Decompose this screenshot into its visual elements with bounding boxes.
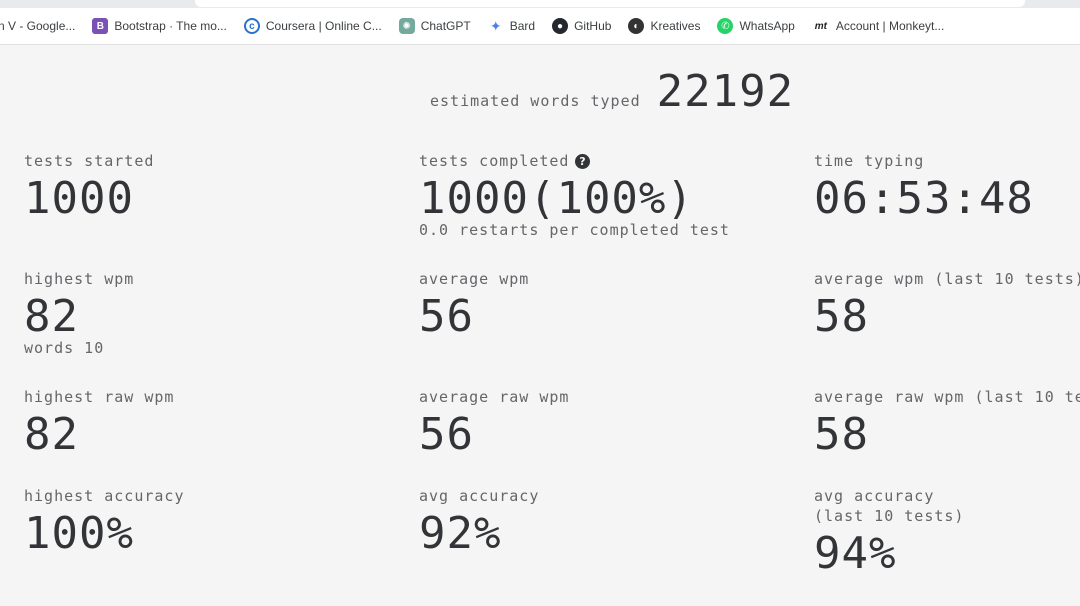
stat-title: tests completed <box>419 152 570 170</box>
address-bar[interactable] <box>195 0 1025 7</box>
stat-title: average wpm (last 10 tests) <box>814 270 1080 288</box>
stat-tests-completed: tests completed? 1000(100%) 0.0 restarts… <box>419 151 730 239</box>
stat-title: highest wpm <box>24 270 135 288</box>
bookmark-github[interactable]: ● GitHub <box>552 18 611 34</box>
stat-value: 58 <box>814 409 869 460</box>
stat-value: 56 <box>419 409 474 460</box>
stat-value: 92% <box>419 508 502 559</box>
whatsapp-icon: ✆ <box>717 18 734 34</box>
stat-title: highest accuracy <box>24 487 185 505</box>
coursera-icon: c <box>243 18 260 34</box>
stat-value: 06:53:48 <box>814 173 1034 224</box>
stat-value: 82 <box>24 291 79 342</box>
bookmark-coursera[interactable]: c Coursera | Online C... <box>243 18 382 34</box>
stat-title: avg accuracy <box>419 487 540 505</box>
stat-tests-started: tests started 1000 <box>24 151 324 227</box>
stat-highest-wpm: highest wpm 82 words 10 <box>24 269 324 357</box>
stat-title: average raw wpm (last 10 tests) <box>814 388 1080 406</box>
bookmark-label: Account | Monkeyt... <box>835 19 945 33</box>
bookmark-label: Kreatives <box>650 19 701 33</box>
bookmarks-bar: n V - Google... B Bootstrap · The mo... … <box>0 8 1080 45</box>
help-icon[interactable]: ? <box>575 154 591 169</box>
bootstrap-icon: B <box>92 18 109 34</box>
stat-title-line2: (last 10 tests) <box>814 507 965 525</box>
stat-value: 94% <box>814 528 897 579</box>
stat-time-typing: time typing 06:53:48 <box>814 151 1080 227</box>
stat-title: highest raw wpm <box>24 388 175 406</box>
estimated-words-typed: estimated words typed 22192 <box>430 66 794 117</box>
bookmark-label: Bard <box>509 19 536 33</box>
stat-average-wpm: average wpm 56 <box>419 269 719 345</box>
bookmark-label: GitHub <box>574 19 612 33</box>
bard-icon: ✦ <box>489 17 502 34</box>
monkeytype-icon: mt <box>814 20 827 32</box>
stat-title-line1: avg accuracy <box>814 487 935 505</box>
estimated-words-label: estimated words typed <box>430 92 641 110</box>
stat-title: tests started <box>24 152 155 170</box>
stat-subtext: 0.0 restarts per completed test <box>419 221 730 239</box>
browser-toolbar <box>0 0 1080 8</box>
bookmark-label: Coursera | Online C... <box>265 19 382 33</box>
stat-title: time typing <box>814 152 925 170</box>
stat-avg-accuracy: avg accuracy 92% <box>419 486 719 562</box>
bookmark-label: Bootstrap · The mo... <box>114 19 227 33</box>
stat-title: average raw wpm <box>419 388 570 406</box>
bookmark-chatgpt[interactable]: ✺ ChatGPT <box>398 18 471 34</box>
stat-value: 1000(100%) <box>419 173 694 224</box>
stat-avg-accuracy-last10: avg accuracy (last 10 tests) 94% <box>814 486 1080 582</box>
chatgpt-icon: ✺ <box>398 18 415 34</box>
stat-highest-raw-wpm: highest raw wpm 82 <box>24 387 324 463</box>
bookmark-google[interactable]: n V - Google... <box>0 19 75 33</box>
bookmark-label: n V - Google... <box>0 19 76 33</box>
bookmark-monkeytype[interactable]: mt Account | Monkeyt... <box>812 18 945 34</box>
kreatives-icon: ◐ <box>628 18 645 34</box>
estimated-words-value: 22192 <box>656 66 795 117</box>
bookmark-bootstrap[interactable]: B Bootstrap · The mo... <box>92 18 227 34</box>
stat-value: 100% <box>24 508 134 559</box>
bookmark-label: ChatGPT <box>420 19 471 33</box>
bookmark-kreatives[interactable]: ◐ Kreatives <box>628 18 700 34</box>
stat-title-wrap: tests completed? <box>419 151 719 171</box>
github-icon: ● <box>552 18 569 34</box>
stat-highest-accuracy: highest accuracy 100% <box>24 486 324 562</box>
stat-subtext: words 10 <box>24 339 105 357</box>
stat-average-wpm-last10: average wpm (last 10 tests) 58 <box>814 269 1080 345</box>
bookmark-label: WhatsApp <box>739 19 795 33</box>
stat-value: 1000 <box>24 173 134 224</box>
bookmark-whatsapp[interactable]: ✆ WhatsApp <box>717 18 795 34</box>
bookmark-bard[interactable]: ✦ Bard <box>488 18 535 34</box>
stat-value: 58 <box>814 291 869 342</box>
stat-value: 56 <box>419 291 474 342</box>
stat-average-raw-wpm: average raw wpm 56 <box>419 387 719 463</box>
stat-average-raw-wpm-last10: average raw wpm (last 10 tests) 58 <box>814 387 1080 463</box>
stat-value: 82 <box>24 409 79 460</box>
stat-title: average wpm <box>419 270 530 288</box>
